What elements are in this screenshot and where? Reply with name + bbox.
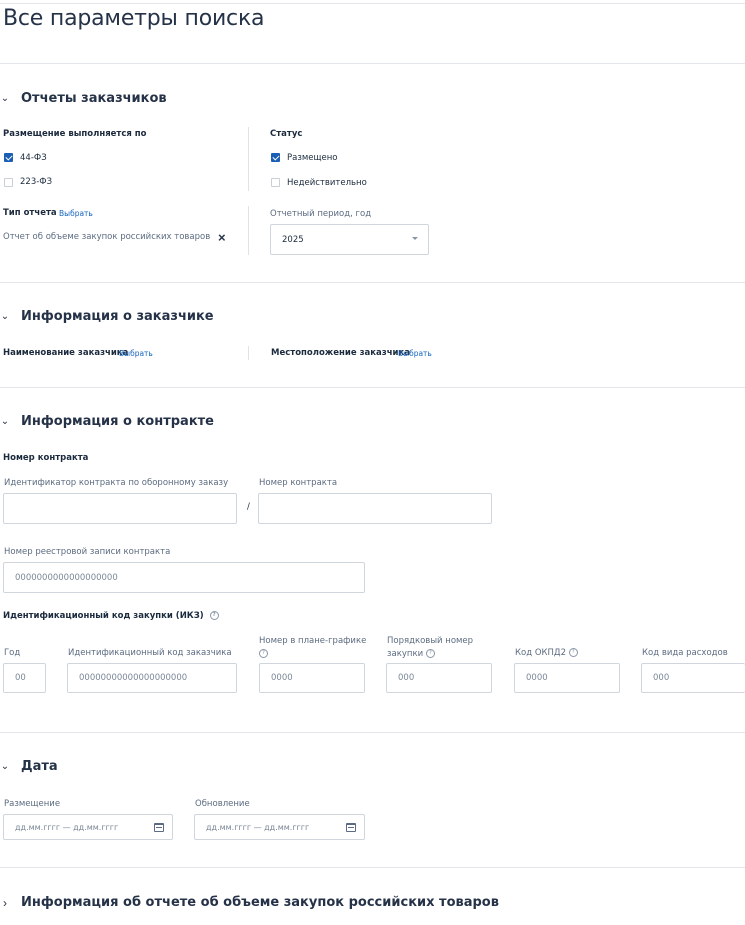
checkbox-placed-label: Размещено: [287, 153, 338, 163]
defense-id-input[interactable]: [3, 493, 237, 524]
section-title: Информация о контракте: [21, 414, 214, 429]
chevron-down-icon: ⌄: [0, 416, 10, 427]
date-placement-placeholder: дд.мм.гггг — дд.мм.гггг: [15, 822, 119, 832]
report-type-select-link[interactable]: Выбрать: [59, 209, 93, 218]
ikz-okpd2-label: Код ОКПД2 ?: [515, 648, 578, 658]
period-label: Отчетный период, год: [270, 209, 372, 219]
column-divider: [248, 206, 249, 255]
status-label: Статус: [270, 129, 303, 139]
help-icon[interactable]: ?: [259, 649, 268, 658]
divider: [0, 282, 745, 283]
column-divider: [248, 346, 249, 360]
ikz-expense-code-label: Код вида расходов: [642, 648, 728, 658]
calendar-icon[interactable]: [346, 823, 356, 832]
ikz-expense-code-input[interactable]: 000: [641, 663, 745, 693]
chevron-down-icon: ⌄: [0, 761, 10, 772]
report-type-label: Тип отчета: [3, 208, 57, 218]
ikz-plan-number-input[interactable]: 0000: [259, 663, 365, 693]
checkbox-44fz[interactable]: [4, 153, 13, 162]
ikz-expense-code-placeholder: 000: [653, 673, 670, 683]
section-header-customer-reports[interactable]: ⌄ Отчеты заказчиков: [0, 91, 167, 106]
ikz-okpd2-label-text: Код ОКПД2: [515, 648, 566, 658]
ikz-year-label: Год: [4, 648, 21, 658]
ikz-order-number-label-line1: Порядковый номер: [387, 636, 474, 646]
ikz-label: Идентификационный код закупки (ИКЗ) ?: [3, 611, 219, 621]
customer-location-select-link[interactable]: Выбрать: [398, 349, 432, 358]
ikz-customer-code-input[interactable]: 00000000000000000000: [67, 663, 237, 693]
date-placement-label: Размещение: [4, 799, 61, 809]
checkbox-invalid[interactable]: [271, 178, 280, 187]
divider: [0, 387, 745, 388]
section-header-report-info[interactable]: › Информация об отчете об объеме закупок…: [0, 895, 499, 910]
ikz-plan-number-label-text: Номер в плане-графике: [259, 636, 367, 646]
customer-name-label: Наименование заказчика: [3, 348, 129, 358]
ikz-year-input[interactable]: 00: [3, 663, 46, 693]
date-update-label: Обновление: [195, 799, 250, 809]
ikz-plan-number-label: Номер в плане-графике ?: [259, 635, 366, 661]
chevron-down-icon: ⌄: [0, 93, 10, 104]
chevron-right-icon: ›: [3, 895, 7, 910]
checkbox-placed[interactable]: [271, 153, 280, 162]
column-divider: [248, 127, 249, 191]
ikz-order-number-label-line2: закупки: [387, 649, 424, 659]
contract-number-input[interactable]: [258, 493, 492, 524]
section-header-date[interactable]: ⌄ Дата: [0, 759, 58, 774]
ikz-year-placeholder: 00: [15, 673, 26, 683]
ikz-customer-code-placeholder: 00000000000000000000: [79, 673, 188, 683]
separator: /: [247, 502, 250, 512]
section-title: Информация об отчете об объеме закупок р…: [21, 895, 499, 910]
section-header-customer-info[interactable]: ⌄ Информация о заказчике: [0, 309, 214, 324]
registry-placeholder: 0000000000000000000: [15, 572, 118, 583]
ikz-order-number-placeholder: 000: [398, 673, 415, 683]
ikz-order-number-label: Порядковый номер закупки ?: [387, 635, 473, 661]
section-header-contract-info[interactable]: ⌄ Информация о контракте: [0, 414, 214, 429]
ikz-order-number-input[interactable]: 000: [386, 663, 492, 693]
divider: [0, 867, 745, 868]
ikz-okpd2-input[interactable]: 0000: [514, 663, 620, 693]
period-select[interactable]: 2025: [270, 224, 429, 255]
checkbox-223fz[interactable]: [4, 178, 13, 187]
period-select-value: 2025: [282, 234, 304, 245]
section-title: Информация о заказчике: [21, 309, 214, 324]
dropdown-caret-icon: [412, 237, 418, 240]
registry-label: Номер реестровой записи контракта: [4, 547, 171, 557]
section-title: Дата: [21, 759, 58, 774]
placement-label: Размещение выполняется по: [3, 129, 147, 139]
remove-icon[interactable]: ×: [218, 230, 226, 245]
top-divider: [0, 3, 745, 4]
page-title: Все параметры поиска: [3, 6, 265, 31]
ikz-label-text: Идентификационный код закупки (ИКЗ): [3, 611, 204, 621]
divider: [0, 732, 745, 733]
date-update-input[interactable]: дд.мм.гггг — дд.мм.гггг: [194, 814, 365, 840]
customer-location-label: Местоположение заказчика: [271, 348, 410, 358]
checkbox-invalid-label: Недействительно: [287, 178, 367, 188]
date-update-placeholder: дд.мм.гггг — дд.мм.гггг: [206, 822, 310, 832]
checkbox-223fz-label: 223-ФЗ: [20, 177, 53, 187]
chevron-down-icon: ⌄: [0, 311, 10, 322]
calendar-icon[interactable]: [154, 823, 164, 832]
ikz-okpd2-placeholder: 0000: [526, 673, 548, 683]
registry-input[interactable]: 0000000000000000000: [3, 562, 365, 593]
divider: [0, 63, 745, 64]
defense-id-label: Идентификатор контракта по оборонному за…: [4, 478, 229, 488]
help-icon[interactable]: ?: [568, 648, 578, 657]
date-placement-input[interactable]: дд.мм.гггг — дд.мм.гггг: [3, 814, 173, 840]
help-icon[interactable]: ?: [425, 649, 435, 658]
help-icon[interactable]: ?: [209, 611, 219, 620]
contract-number-heading: Номер контракта: [3, 453, 89, 463]
contract-number-field-label: Номер контракта: [259, 478, 338, 488]
section-title: Отчеты заказчиков: [21, 91, 167, 106]
customer-name-select-link[interactable]: Выбрать: [119, 349, 153, 358]
ikz-customer-code-label: Идентификационный код заказчика: [68, 648, 232, 658]
checkbox-44fz-label: 44-ФЗ: [20, 153, 47, 163]
ikz-plan-number-placeholder: 0000: [271, 673, 293, 683]
report-type-value: Отчет об объеме закупок российских товар…: [3, 232, 211, 242]
